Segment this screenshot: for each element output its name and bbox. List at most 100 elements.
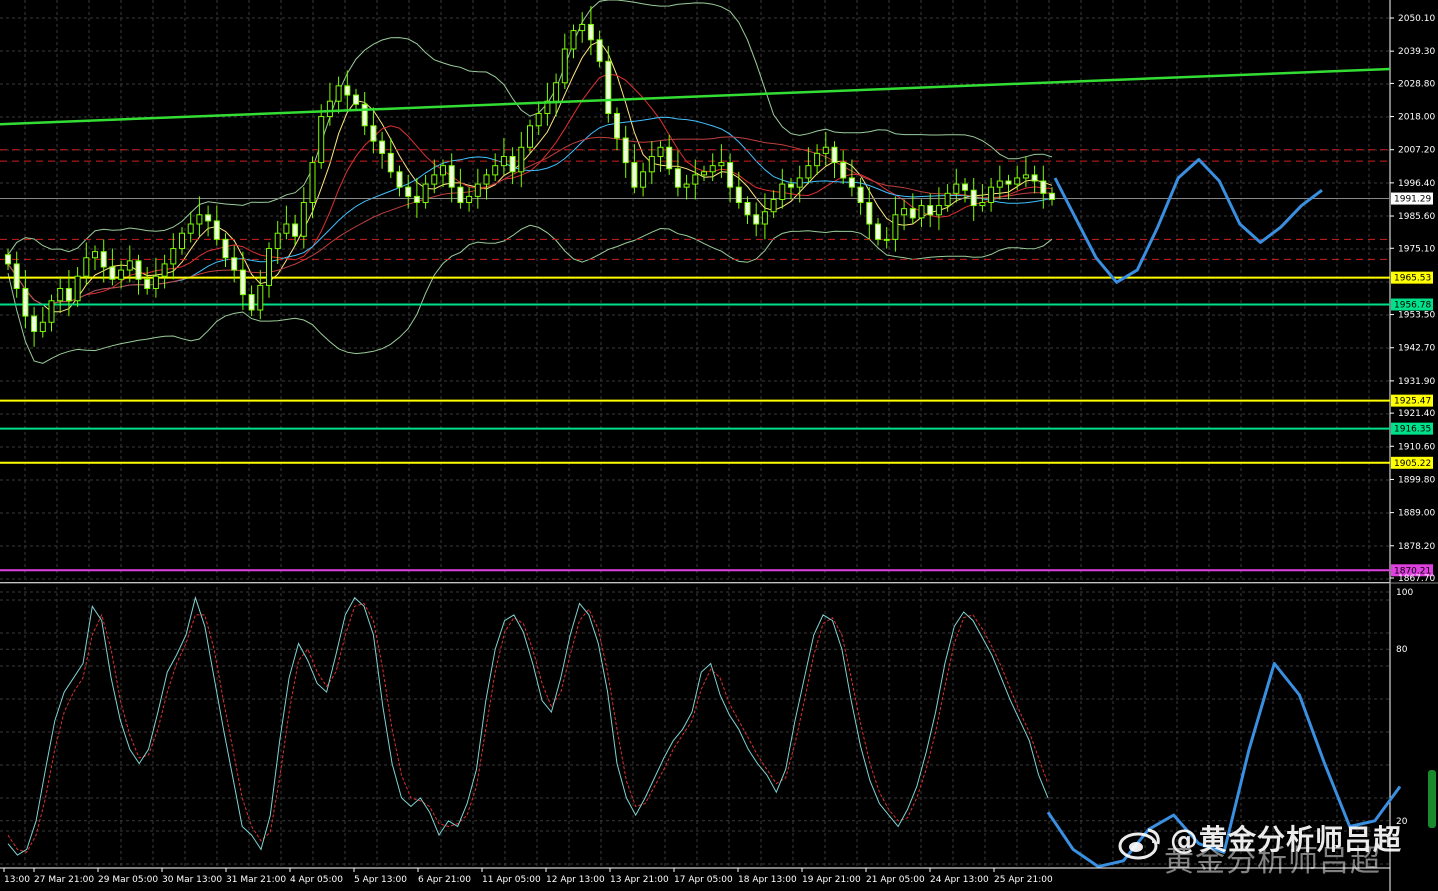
candle-down bbox=[614, 112, 620, 139]
candle-down bbox=[5, 254, 11, 265]
price-tick-label: 1953.50 bbox=[1398, 311, 1435, 321]
candle-up bbox=[335, 85, 342, 102]
candle-up bbox=[944, 192, 951, 207]
candle-up bbox=[283, 223, 290, 234]
candle-up bbox=[92, 251, 98, 259]
candle-down bbox=[509, 155, 516, 173]
candle-down bbox=[753, 214, 760, 225]
candle-down bbox=[909, 208, 916, 219]
candle-up bbox=[709, 165, 716, 173]
candle-up bbox=[300, 202, 307, 237]
candle-up bbox=[83, 257, 90, 277]
time-tick-label: 19 Apr 21:00 bbox=[802, 875, 861, 885]
candle-down bbox=[831, 146, 838, 164]
time-tick-label: 29 Mar 05:00 bbox=[98, 875, 158, 885]
time-tick-label: 21 Apr 05:00 bbox=[866, 875, 925, 885]
candle-up bbox=[648, 155, 655, 173]
candle-down bbox=[22, 287, 29, 317]
candle-up bbox=[1022, 174, 1029, 179]
candle-up bbox=[640, 171, 647, 188]
price-level-label: 1956.78 bbox=[1394, 301, 1431, 311]
chart-canvas: 1965.531956.781925.471916.351905.221870.… bbox=[0, 0, 1438, 891]
price-level-label: 1965.53 bbox=[1394, 274, 1431, 284]
candle-up bbox=[170, 248, 177, 265]
time-tick-label: 31 Mar 21:00 bbox=[226, 875, 286, 885]
candle-up bbox=[1014, 177, 1021, 185]
candle-up bbox=[274, 232, 281, 250]
candle-down bbox=[370, 125, 377, 142]
price-tick-label: 1985.60 bbox=[1398, 212, 1435, 222]
candle-down bbox=[13, 263, 20, 289]
time-tick-label: 4 Apr 05:00 bbox=[290, 875, 343, 885]
price-tick-label: 1867.70 bbox=[1398, 574, 1435, 584]
candle-up bbox=[901, 208, 908, 216]
candle-up bbox=[979, 202, 986, 207]
trendline bbox=[0, 67, 1391, 126]
candle-down bbox=[674, 168, 681, 188]
time-tick-label: 17 Apr 05:00 bbox=[674, 875, 733, 885]
candle-down bbox=[875, 223, 881, 240]
candle-down bbox=[213, 220, 220, 240]
candle-down bbox=[788, 183, 794, 188]
candle-up bbox=[883, 238, 890, 241]
candle-down bbox=[1040, 180, 1047, 194]
candle-up bbox=[527, 125, 533, 148]
time-tick-label: 18 Apr 13:00 bbox=[738, 875, 797, 885]
candle-down bbox=[65, 287, 72, 302]
horizontal-levels: 1965.531956.781925.471916.351905.221870.… bbox=[0, 149, 1433, 577]
candle-up bbox=[440, 165, 446, 176]
price-tick-label: 1996.40 bbox=[1398, 179, 1435, 189]
candle-down bbox=[387, 152, 394, 173]
candle-down bbox=[448, 165, 455, 188]
candle-up bbox=[935, 205, 942, 216]
candle-up bbox=[796, 177, 803, 188]
price-tick-label: 2039.30 bbox=[1398, 47, 1435, 57]
candle-up bbox=[57, 287, 64, 302]
price-level-label: 1925.47 bbox=[1394, 397, 1431, 407]
price-tick-label: 1975.10 bbox=[1398, 244, 1435, 254]
candle-down bbox=[396, 171, 403, 188]
candle-down bbox=[135, 260, 142, 280]
price-tick-label: 2028.80 bbox=[1398, 79, 1435, 89]
price-tick-label: 1931.90 bbox=[1398, 377, 1435, 387]
stoch-tick-label: 100 bbox=[1396, 588, 1413, 598]
candle-down bbox=[848, 177, 855, 188]
candle-down bbox=[413, 195, 420, 204]
candle-up bbox=[161, 263, 168, 277]
forecast-path-price bbox=[1053, 158, 1323, 284]
candle-down bbox=[344, 85, 351, 96]
price-tick-label: 1878.20 bbox=[1398, 542, 1435, 552]
time-tick-label: 5 Apr 13:00 bbox=[354, 875, 407, 885]
current-price-label: 1991.29 bbox=[1394, 195, 1431, 205]
stoch-main-line bbox=[7, 595, 1049, 856]
time-tick-label: 27 Mar 21:00 bbox=[34, 875, 94, 885]
candle-up bbox=[570, 30, 577, 50]
candle-up bbox=[761, 211, 768, 225]
time-tick-label: 11 Apr 05:00 bbox=[482, 875, 541, 885]
candle-up bbox=[988, 186, 995, 204]
candle-up bbox=[918, 205, 925, 219]
time-tick-label: 13:00 bbox=[4, 875, 30, 885]
candle-up bbox=[196, 214, 203, 225]
candle-up bbox=[422, 183, 429, 204]
trendline bbox=[0, 67, 1391, 126]
candle-down bbox=[292, 223, 299, 237]
candle-up bbox=[500, 155, 507, 167]
candle-down bbox=[231, 257, 238, 271]
candle-down bbox=[109, 266, 116, 280]
candle-down bbox=[927, 205, 934, 216]
watermark-text: @黄金分析师吕超 bbox=[1170, 823, 1403, 856]
price-level-label: 1916.35 bbox=[1394, 425, 1431, 435]
candle-down bbox=[100, 251, 107, 268]
price-tick-label: 2007.20 bbox=[1398, 146, 1435, 156]
price-tick-label: 1889.00 bbox=[1398, 509, 1435, 519]
candle-up bbox=[474, 183, 481, 197]
price-tick-label: 2018.00 bbox=[1398, 113, 1435, 123]
price-level-label: 1905.22 bbox=[1394, 459, 1431, 469]
candle-down bbox=[666, 146, 673, 170]
time-tick-label: 24 Apr 13:00 bbox=[930, 875, 989, 885]
candle-down bbox=[596, 39, 603, 62]
candle-up bbox=[770, 198, 777, 213]
candle-down bbox=[379, 140, 386, 154]
candle-up bbox=[779, 183, 786, 200]
